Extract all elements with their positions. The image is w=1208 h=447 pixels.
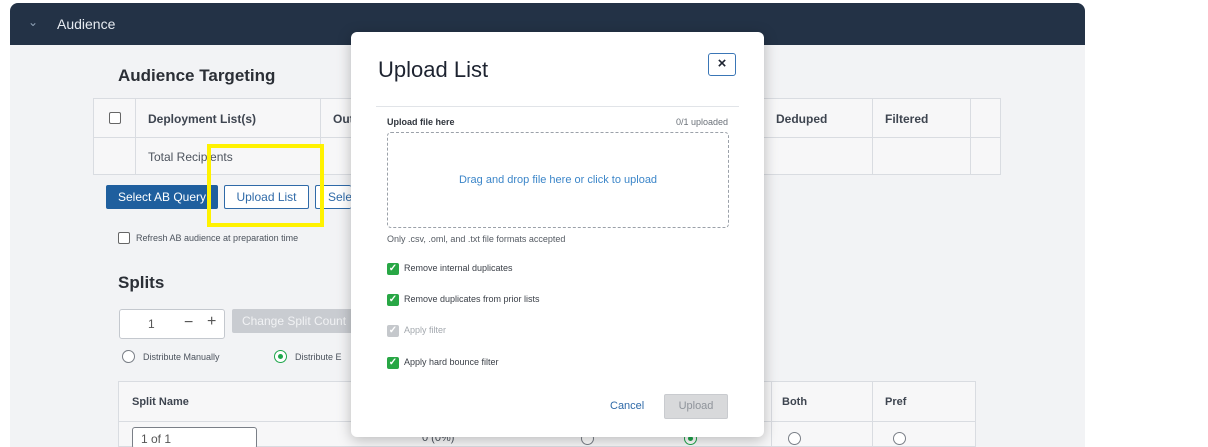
checkbox-disabled-icon: ✓ xyxy=(387,325,399,337)
upload-button[interactable]: Upload xyxy=(664,394,728,419)
close-icon[interactable]: × xyxy=(708,53,736,76)
upload-list-modal: Upload List × Upload file here 0/1 uploa… xyxy=(351,32,764,437)
modal-divider xyxy=(376,106,739,107)
accepted-formats-text: Only .csv, .oml, and .txt file formats a… xyxy=(387,234,566,244)
upload-file-label: Upload file here xyxy=(387,117,455,127)
dropzone-text: Drag and drop file here or click to uplo… xyxy=(458,174,658,186)
checkbox-checked-icon[interactable]: ✓ xyxy=(387,294,399,306)
cancel-button[interactable]: Cancel xyxy=(610,400,644,412)
option-label: Remove internal duplicates xyxy=(404,263,513,273)
upload-count: 0/1 uploaded xyxy=(675,117,728,127)
checkbox-checked-icon[interactable]: ✓ xyxy=(387,357,399,369)
checkbox-checked-icon[interactable]: ✓ xyxy=(387,263,399,275)
option-label: Apply filter xyxy=(404,325,447,335)
modal-title: Upload List xyxy=(378,57,489,82)
option-label: Remove duplicates from prior lists xyxy=(404,294,540,304)
option-label: Apply hard bounce filter xyxy=(404,357,499,367)
file-dropzone[interactable]: Drag and drop file here or click to uplo… xyxy=(387,132,729,228)
